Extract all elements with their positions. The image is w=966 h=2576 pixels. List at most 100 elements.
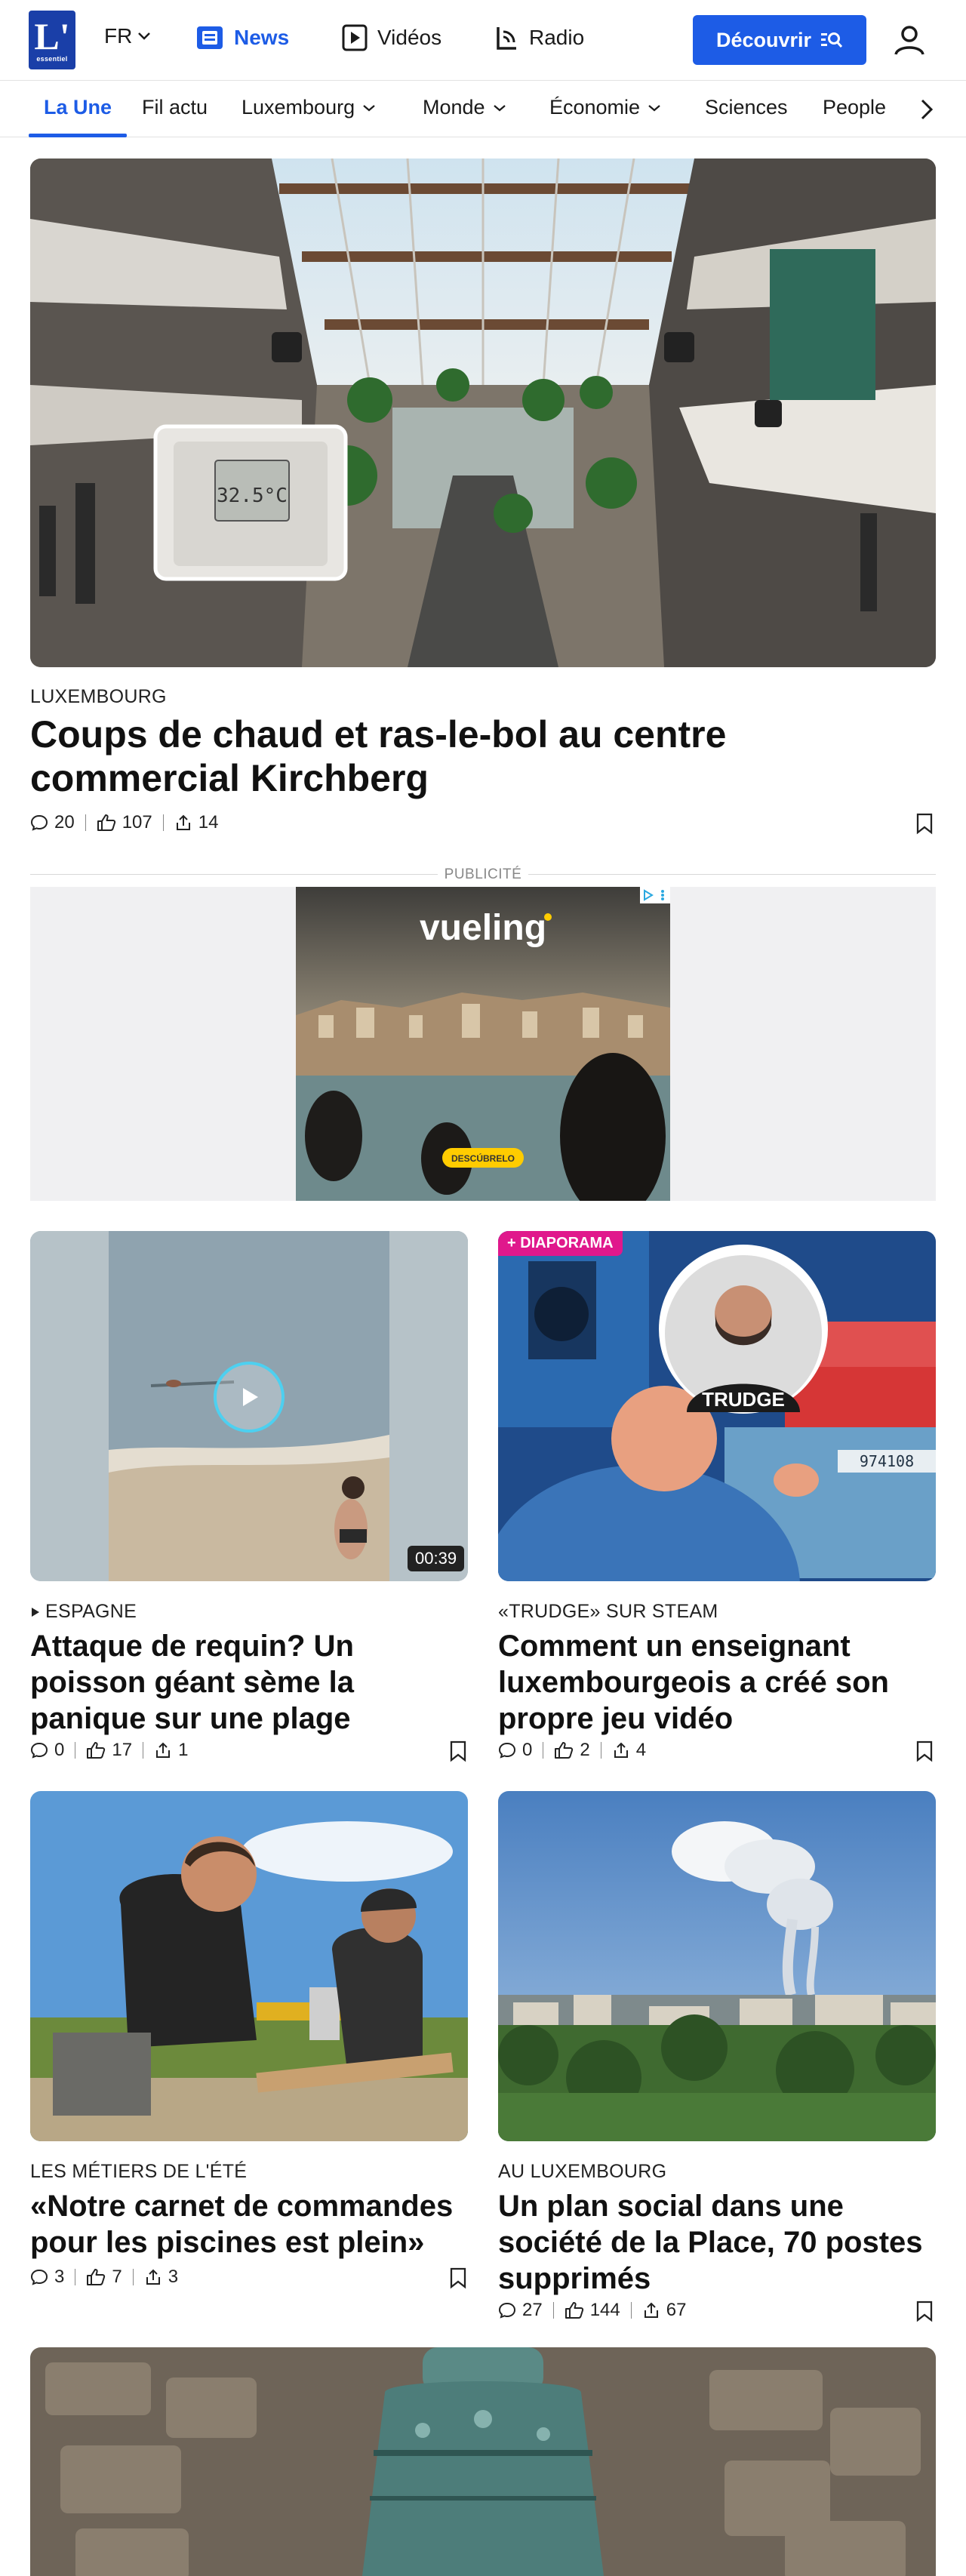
tab-sciences[interactable]: Sciences [705, 96, 788, 119]
discover-button[interactable]: Découvrir [693, 15, 866, 65]
comment-icon [498, 1742, 516, 1759]
workers-photo [30, 1791, 468, 2141]
article-kicker[interactable]: «TRUDGE» SUR STEAM [498, 1601, 718, 1623]
tab-fil-actu[interactable]: Fil actu [142, 96, 208, 119]
article-image-layoffs[interactable] [498, 1791, 936, 2141]
divider [85, 814, 86, 831]
comments-value: 20 [54, 812, 75, 833]
hero-image[interactable]: 32.5°C [30, 158, 936, 667]
language-selector[interactable]: FR [104, 24, 152, 48]
comment-icon [498, 2302, 516, 2319]
category-tabs: La Une Fil actu Luxembourg Monde Économi… [0, 80, 966, 137]
hero-meta: 20 107 14 [30, 812, 218, 833]
comments-count[interactable]: 0 [498, 1740, 532, 1761]
ad-container: vueling DESCÚBRELO [30, 887, 936, 1201]
kicker-label: ESPAGNE [45, 1601, 137, 1622]
bookmark-icon[interactable] [915, 812, 934, 835]
article-image-bell[interactable] [30, 2347, 936, 2576]
user-account-icon[interactable] [891, 21, 928, 59]
comments-count[interactable]: 27 [498, 2300, 543, 2321]
hero-kicker[interactable]: LUXEMBOURG [30, 686, 167, 708]
comments-count[interactable]: 0 [30, 1740, 64, 1761]
article-image-trudge[interactable]: 974108 TRUDGE + DIAPORAMA [498, 1231, 936, 1581]
adchoices-icon[interactable] [640, 887, 670, 903]
tab-people[interactable]: People [823, 96, 886, 119]
tab-monde[interactable]: Monde [423, 96, 506, 119]
comments-count[interactable]: 20 [30, 812, 75, 833]
tab-economie[interactable]: Économie [549, 96, 661, 119]
chevron-down-icon [138, 32, 151, 40]
likes-count[interactable]: 17 [86, 1740, 132, 1761]
ad-cta-label: DESCÚBRELO [451, 1153, 515, 1164]
shares-count[interactable]: 3 [144, 2267, 178, 2288]
comments-value: 3 [54, 2267, 65, 2287]
nav-radio-label: Radio [529, 26, 585, 49]
comments-value: 27 [522, 2300, 543, 2320]
comments-value: 0 [522, 1740, 533, 1760]
article-kicker[interactable]: AU LUXEMBOURG [498, 2161, 666, 2183]
nav-radio[interactable]: Radio [494, 23, 584, 53]
likes-value: 107 [122, 812, 152, 833]
bookmark-icon[interactable] [448, 2267, 468, 2289]
vueling-ad-banner[interactable]: vueling DESCÚBRELO [296, 887, 670, 1201]
bookmark-icon[interactable] [448, 1740, 468, 1762]
ad-brand: vueling [420, 908, 546, 948]
likes-count[interactable]: 7 [86, 2267, 122, 2288]
article-headline[interactable]: Attaque de requin? Un poisson géant sème… [30, 1628, 468, 1737]
shopping-mall-photo: 32.5°C [30, 158, 936, 667]
site-logo[interactable]: L' essentiel [29, 11, 75, 69]
article-headline[interactable]: «Notre carnet de commandes pour les pisc… [30, 2188, 468, 2261]
brand-dot [544, 913, 552, 921]
tab-label: La Une [44, 96, 112, 118]
likes-count[interactable]: 107 [97, 812, 152, 833]
likes-count[interactable]: 144 [565, 2300, 620, 2321]
bookmark-icon[interactable] [915, 1740, 934, 1762]
shares-count[interactable]: 14 [174, 812, 219, 833]
play-icon [243, 1388, 258, 1406]
article-kicker[interactable]: ESPAGNE [30, 1601, 137, 1623]
play-button[interactable] [214, 1362, 285, 1433]
divider [630, 2302, 632, 2319]
tab-la-une[interactable]: La Une [44, 96, 112, 119]
tab-luxembourg[interactable]: Luxembourg [242, 96, 376, 119]
thumbs-up-icon [555, 1742, 574, 1759]
comments-value: 0 [54, 1740, 65, 1760]
article-meta: 3 7 3 [30, 2267, 178, 2288]
thumbs-up-icon [87, 1742, 106, 1759]
discover-label: Découvrir [715, 28, 812, 51]
article-headline[interactable]: Un plan social dans une société de la Pl… [498, 2188, 928, 2297]
nav-videos[interactable]: Vidéos [341, 23, 441, 53]
shares-value: 14 [198, 812, 219, 833]
article-meta: 27 144 67 [498, 2300, 686, 2321]
likes-count[interactable]: 2 [554, 1740, 590, 1761]
comment-icon [30, 1742, 48, 1759]
article-image-pools[interactable] [30, 1791, 468, 2141]
tab-label: Fil actu [142, 96, 208, 118]
thumbs-up-icon [97, 814, 115, 831]
share-icon [146, 2269, 160, 2285]
shares-count[interactable]: 1 [154, 1740, 188, 1761]
search-list-icon [821, 32, 843, 48]
nav-news[interactable]: News [195, 23, 289, 53]
shares-value: 1 [178, 1740, 189, 1760]
shares-value: 4 [635, 1740, 647, 1760]
play-small-icon [32, 1607, 39, 1617]
comments-count[interactable]: 3 [30, 2267, 64, 2288]
shares-count[interactable]: 4 [612, 1740, 646, 1761]
hero-headline[interactable]: Coups de chaud et ras-le-bol au centre c… [30, 712, 936, 800]
chevron-right-icon[interactable] [912, 94, 942, 125]
tab-label: Monde [423, 96, 485, 118]
tab-label: Luxembourg [242, 96, 355, 118]
bell-photo [30, 2347, 936, 2576]
nav-videos-label: Vidéos [377, 26, 442, 49]
comment-icon [30, 2269, 48, 2285]
newspaper-icon [197, 26, 223, 49]
shares-count[interactable]: 67 [642, 2300, 686, 2321]
article-image-shark[interactable]: 00:39 [30, 1231, 468, 1581]
article-kicker[interactable]: LES MÉTIERS DE L'ÉTÉ [30, 2161, 247, 2183]
bookmark-icon[interactable] [915, 2300, 934, 2322]
trudge-artwork: 974108 TRUDGE [498, 1231, 936, 1581]
article-headline[interactable]: Comment un enseignant luxembourgeois a c… [498, 1628, 928, 1737]
likes-value: 7 [112, 2267, 122, 2287]
panel-digits: 974108 [860, 1452, 914, 1470]
